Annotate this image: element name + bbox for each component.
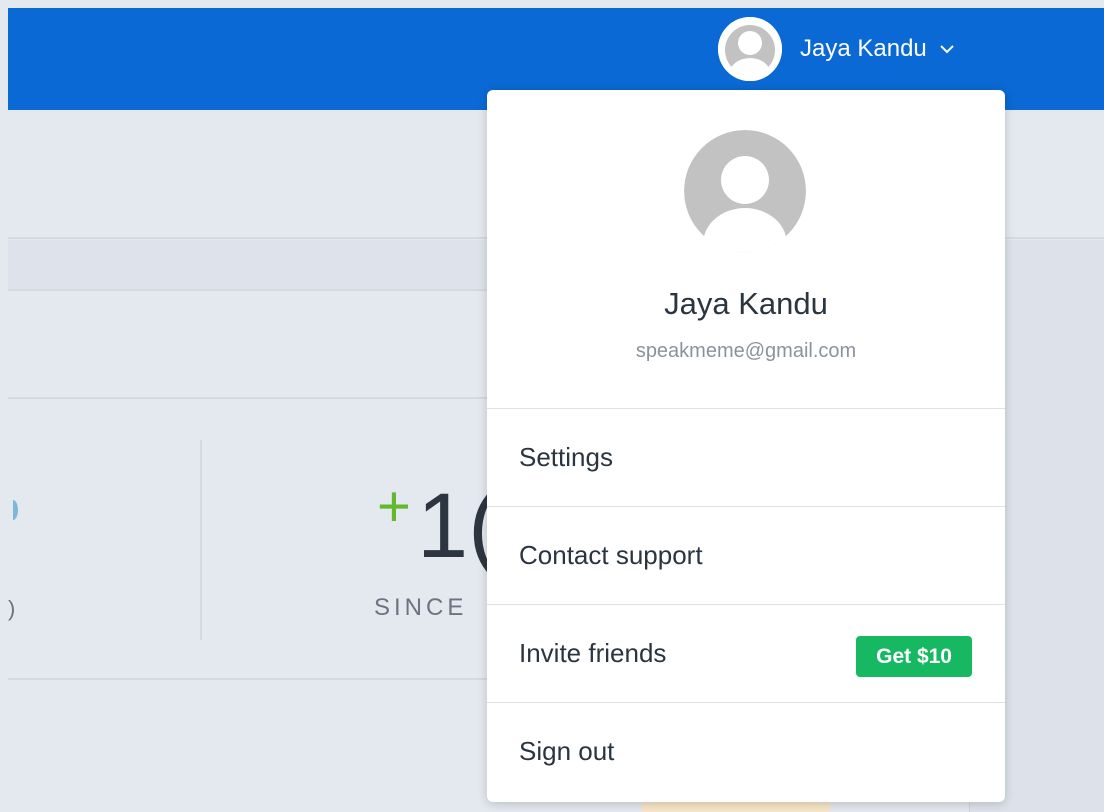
menu-item-label: Sign out xyxy=(519,736,615,766)
menu-item-contact-support[interactable]: Contact support xyxy=(487,507,1005,604)
stat-caption: SINCE xyxy=(374,594,468,621)
stat-plus-sign: + xyxy=(377,474,411,539)
user-avatar-icon xyxy=(718,17,782,81)
menu-item-label: Contact support xyxy=(519,540,703,570)
get-10-badge[interactable]: Get $10 xyxy=(856,636,972,677)
partial-stat-indicator xyxy=(13,500,18,520)
profile-avatar-icon xyxy=(684,130,806,252)
menu-item-label: Invite friends xyxy=(519,638,667,668)
stat-divider xyxy=(200,440,202,640)
user-menu-toggle[interactable]: Jaya Kandu xyxy=(718,17,955,81)
menu-item-settings[interactable]: Settings xyxy=(487,409,1005,506)
profile-email: speakmeme@gmail.com xyxy=(635,340,857,362)
user-name-label: Jaya Kandu xyxy=(800,35,927,62)
user-dropdown-menu: Jaya Kandu speakmeme@gmail.com Settings … xyxy=(487,90,1005,802)
profile-name: Jaya Kandu xyxy=(664,286,828,321)
menu-item-sign-out[interactable]: Sign out xyxy=(487,703,1005,800)
chevron-down-icon xyxy=(940,45,954,54)
profile-section: Jaya Kandu speakmeme@gmail.com xyxy=(487,90,1005,408)
partial-stat-caption: ) xyxy=(8,596,18,621)
menu-item-invite-friends[interactable]: Invite friends Get $10 xyxy=(487,605,1005,702)
menu-item-label: Settings xyxy=(519,442,613,472)
